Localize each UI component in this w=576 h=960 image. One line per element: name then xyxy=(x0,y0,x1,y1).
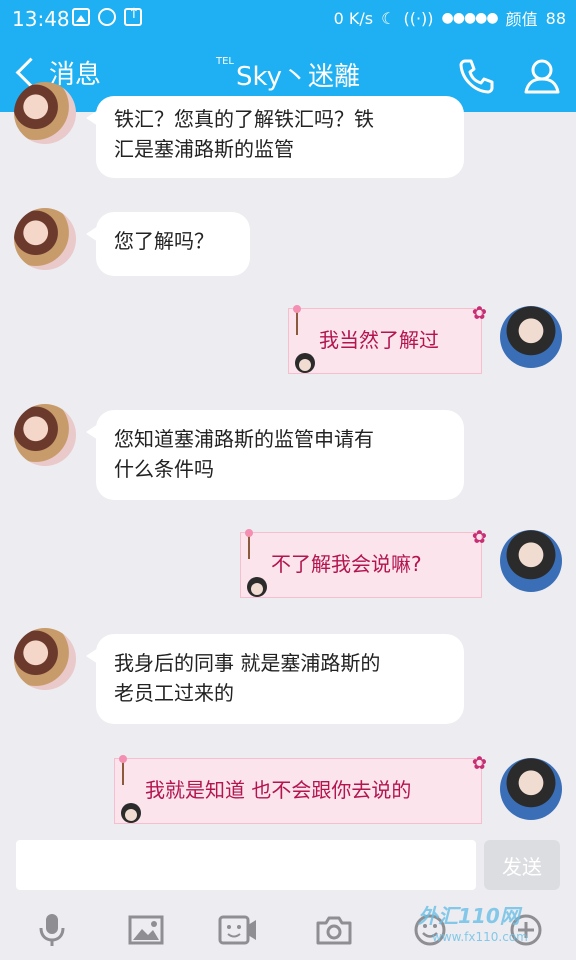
wifi-icon: ((·)) xyxy=(403,8,434,28)
status-time: 13:48 xyxy=(12,7,70,31)
message-text: 老员工过来的 xyxy=(114,681,234,705)
watermark-logo: 外汇110网 xyxy=(418,904,520,928)
message-text: 什么条件吗 xyxy=(114,457,214,481)
video-icon[interactable] xyxy=(218,910,258,950)
swing-decoration xyxy=(293,305,315,373)
message-bubble-sent[interactable]: ✿ 我就是知道 也不会跟你去说的 xyxy=(114,753,487,824)
butterfly-icon: ✿ xyxy=(471,303,487,324)
carrier-label: 颜值 xyxy=(505,10,538,29)
battery-level: 88 xyxy=(545,8,566,28)
butterfly-icon: ✿ xyxy=(471,527,487,548)
my-avatar[interactable] xyxy=(500,530,562,592)
message-bubble[interactable]: 铁汇？您真的了解铁汇吗？铁 汇是塞浦路斯的监管 xyxy=(86,96,464,178)
profile-icon[interactable] xyxy=(522,56,562,96)
title-prefix: TEL xyxy=(215,56,234,67)
message-text: 我就是知道 也不会跟你去说的 xyxy=(145,778,412,802)
phone-icon[interactable] xyxy=(456,56,496,96)
message-bubble-sent[interactable]: ✿ 我当然了解过 xyxy=(288,303,487,374)
mic-icon[interactable] xyxy=(32,910,72,950)
message-bubble-sent[interactable]: ✿ 不了解我会说嘛? xyxy=(240,527,487,598)
message-input[interactable] xyxy=(16,840,476,890)
contact-avatar[interactable] xyxy=(14,404,76,466)
upload-icon xyxy=(124,6,142,26)
message-text: 铁汇？您真的了解铁汇吗？铁 xyxy=(114,107,374,131)
watermark-url: www.fx110.com xyxy=(432,930,528,944)
contact-avatar[interactable] xyxy=(14,208,76,270)
moon-icon: ☾ xyxy=(381,8,396,28)
status-bar: 13:48 0 K/s ☾ ((·)) ●●●●● 颜值 88 xyxy=(0,0,576,36)
send-button[interactable]: 发送 xyxy=(484,840,560,890)
message-text: 我身后的同事 就是塞浦路斯的 xyxy=(114,651,381,675)
message-text: 您了解吗？ xyxy=(114,229,214,253)
butterfly-icon: ✿ xyxy=(471,753,487,774)
my-avatar[interactable] xyxy=(500,758,562,820)
contact-avatar[interactable] xyxy=(14,82,76,144)
camera-icon[interactable] xyxy=(314,910,354,950)
image-icon[interactable] xyxy=(126,910,166,950)
message-text: 我当然了解过 xyxy=(319,328,439,352)
message-bubble[interactable]: 您知道塞浦路斯的监管申请有 什么条件吗 xyxy=(86,410,464,500)
gallery-icon xyxy=(72,8,90,26)
message-text: 您知道塞浦路斯的监管申请有 xyxy=(114,427,374,451)
network-speed: 0 K/s xyxy=(333,8,374,28)
signal-dots: ●●●●● xyxy=(441,10,499,26)
swing-decoration xyxy=(245,529,267,597)
contact-name: Sky丶迷離 xyxy=(235,62,361,92)
message-bubble[interactable]: 您了解吗？ xyxy=(86,212,250,276)
message-text: 不了解我会说嘛? xyxy=(271,552,422,576)
swing-decoration xyxy=(119,755,141,823)
message-text: 汇是塞浦路斯的监管 xyxy=(114,137,294,161)
message-bubble[interactable]: 我身后的同事 就是塞浦路斯的 老员工过来的 xyxy=(86,634,464,724)
contact-avatar[interactable] xyxy=(14,628,76,690)
q-icon xyxy=(98,8,116,26)
my-avatar[interactable] xyxy=(500,306,562,368)
